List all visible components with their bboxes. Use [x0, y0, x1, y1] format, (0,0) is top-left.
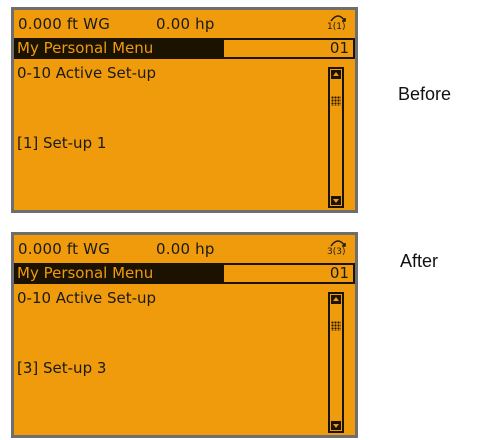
setup-icon: 1(1)	[327, 13, 349, 35]
caption-before: Before	[398, 84, 452, 104]
scrollbar[interactable]	[328, 67, 344, 208]
scroll-thumb[interactable]	[331, 96, 341, 106]
lcp-display-after: 0.000 ft WG 0.00 hp 3(3) My Personal Men…	[11, 232, 358, 438]
parameter-title: 0-10 Active Set-up	[17, 289, 157, 307]
menu-title: My Personal Menu	[14, 263, 224, 284]
pressure-readout: 0.000 ft WG	[18, 15, 111, 33]
setup-indicator: 1(1)	[327, 22, 346, 32]
parameter-value: [3] Set-up 3	[17, 359, 107, 377]
power-readout: 0.00 hp	[156, 240, 215, 258]
power-readout: 0.00 hp	[156, 15, 215, 33]
menu-title: My Personal Menu	[14, 38, 224, 59]
status-line: 0.000 ft WG 0.00 hp 3(3)	[18, 238, 353, 260]
scroll-down-icon[interactable]	[331, 421, 341, 430]
lcp-display-before: 0.000 ft WG 0.00 hp 1(1) My Personal Men…	[11, 7, 358, 213]
status-line: 0.000 ft WG 0.00 hp 1(1)	[18, 13, 353, 35]
parameter-title: 0-10 Active Set-up	[17, 64, 157, 82]
menu-index: 01	[224, 263, 355, 284]
scrollbar[interactable]	[328, 292, 344, 433]
menu-index: 01	[224, 38, 355, 59]
parameter-value: [1] Set-up 1	[17, 134, 107, 152]
setup-indicator: 3(3)	[327, 247, 346, 257]
scroll-up-icon[interactable]	[331, 70, 341, 79]
setup-icon: 3(3)	[327, 238, 349, 260]
scroll-thumb[interactable]	[331, 321, 341, 331]
scroll-up-icon[interactable]	[331, 295, 341, 304]
scroll-down-icon[interactable]	[331, 196, 341, 205]
caption-after: After	[400, 251, 439, 271]
pressure-readout: 0.000 ft WG	[18, 240, 111, 258]
